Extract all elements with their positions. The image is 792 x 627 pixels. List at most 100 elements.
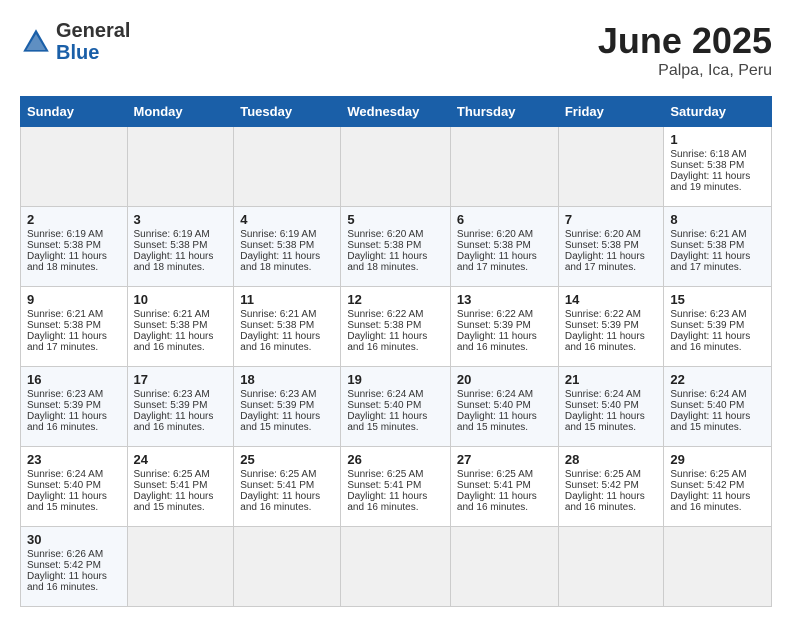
calendar-cell: 25Sunrise: 6:25 AMSunset: 5:41 PMDayligh…: [234, 447, 341, 527]
day-number: 12: [347, 292, 444, 307]
calendar-cell: 21Sunrise: 6:24 AMSunset: 5:40 PMDayligh…: [558, 367, 664, 447]
day-number: 27: [457, 452, 552, 467]
calendar-cell: [450, 527, 558, 607]
daylight-text: Daylight: 11 hours and 15 minutes.: [347, 411, 444, 433]
calendar-cell: [127, 527, 234, 607]
sunset-text: Sunset: 5:38 PM: [134, 240, 228, 251]
location: Palpa, Ica, Peru: [598, 62, 772, 80]
calendar-cell: 2Sunrise: 6:19 AMSunset: 5:38 PMDaylight…: [21, 207, 128, 287]
calendar-cell: 24Sunrise: 6:25 AMSunset: 5:41 PMDayligh…: [127, 447, 234, 527]
daylight-text: Daylight: 11 hours and 16 minutes.: [240, 331, 334, 353]
sunrise-text: Sunrise: 6:23 AM: [670, 309, 765, 320]
daylight-text: Daylight: 11 hours and 17 minutes.: [670, 251, 765, 273]
sunrise-text: Sunrise: 6:21 AM: [240, 309, 334, 320]
day-number: 5: [347, 212, 444, 227]
sunrise-text: Sunrise: 6:19 AM: [240, 229, 334, 240]
page-header: General Blue June 2025 Palpa, Ica, Peru: [20, 20, 772, 80]
sunrise-text: Sunrise: 6:21 AM: [27, 309, 121, 320]
sunrise-text: Sunrise: 6:20 AM: [457, 229, 552, 240]
sunrise-text: Sunrise: 6:26 AM: [27, 549, 121, 560]
day-number: 3: [134, 212, 228, 227]
day-number: 2: [27, 212, 121, 227]
calendar-week-row: 30Sunrise: 6:26 AMSunset: 5:42 PMDayligh…: [21, 527, 772, 607]
calendar-cell: 5Sunrise: 6:20 AMSunset: 5:38 PMDaylight…: [341, 207, 451, 287]
daylight-text: Daylight: 11 hours and 16 minutes.: [27, 411, 121, 433]
day-number: 20: [457, 372, 552, 387]
sunrise-text: Sunrise: 6:19 AM: [134, 229, 228, 240]
sunset-text: Sunset: 5:38 PM: [347, 320, 444, 331]
calendar-day-header: Friday: [558, 97, 664, 127]
sunset-text: Sunset: 5:41 PM: [134, 480, 228, 491]
calendar-cell: 15Sunrise: 6:23 AMSunset: 5:39 PMDayligh…: [664, 287, 772, 367]
day-number: 11: [240, 292, 334, 307]
calendar-day-header: Monday: [127, 97, 234, 127]
calendar-week-row: 1Sunrise: 6:18 AMSunset: 5:38 PMDaylight…: [21, 127, 772, 207]
calendar-cell: [341, 527, 451, 607]
day-number: 13: [457, 292, 552, 307]
daylight-text: Daylight: 11 hours and 18 minutes.: [240, 251, 334, 273]
day-number: 9: [27, 292, 121, 307]
calendar-cell: 13Sunrise: 6:22 AMSunset: 5:39 PMDayligh…: [450, 287, 558, 367]
sunset-text: Sunset: 5:41 PM: [240, 480, 334, 491]
calendar-cell: [341, 127, 451, 207]
daylight-text: Daylight: 11 hours and 16 minutes.: [347, 331, 444, 353]
day-number: 1: [670, 132, 765, 147]
day-number: 24: [134, 452, 228, 467]
calendar-day-header: Thursday: [450, 97, 558, 127]
daylight-text: Daylight: 11 hours and 17 minutes.: [27, 331, 121, 353]
day-number: 8: [670, 212, 765, 227]
calendar-cell: 29Sunrise: 6:25 AMSunset: 5:42 PMDayligh…: [664, 447, 772, 527]
daylight-text: Daylight: 11 hours and 15 minutes.: [27, 491, 121, 513]
sunrise-text: Sunrise: 6:25 AM: [347, 469, 444, 480]
calendar-cell: 10Sunrise: 6:21 AMSunset: 5:38 PMDayligh…: [127, 287, 234, 367]
calendar-day-header: Tuesday: [234, 97, 341, 127]
sunrise-text: Sunrise: 6:22 AM: [457, 309, 552, 320]
daylight-text: Daylight: 11 hours and 16 minutes.: [670, 491, 765, 513]
daylight-text: Daylight: 11 hours and 15 minutes.: [134, 491, 228, 513]
day-number: 6: [457, 212, 552, 227]
sunrise-text: Sunrise: 6:25 AM: [565, 469, 658, 480]
calendar-cell: 19Sunrise: 6:24 AMSunset: 5:40 PMDayligh…: [341, 367, 451, 447]
sunset-text: Sunset: 5:40 PM: [670, 400, 765, 411]
sunset-text: Sunset: 5:38 PM: [240, 240, 334, 251]
calendar-cell: 3 Sunrise: 6:19 AMSunset: 5:38 PMDaylight…: [127, 207, 234, 287]
logo-icon: [20, 26, 52, 58]
sunset-text: Sunset: 5:38 PM: [565, 240, 658, 251]
title-block: June 2025 Palpa, Ica, Peru: [598, 20, 772, 80]
sunrise-text: Sunrise: 6:24 AM: [457, 389, 552, 400]
sunset-text: Sunset: 5:40 PM: [347, 400, 444, 411]
day-number: 23: [27, 452, 121, 467]
daylight-text: Daylight: 11 hours and 16 minutes.: [27, 571, 121, 593]
sunset-text: Sunset: 5:39 PM: [240, 400, 334, 411]
calendar-cell: [234, 127, 341, 207]
calendar-cell: 14Sunrise: 6:22 AMSunset: 5:39 PMDayligh…: [558, 287, 664, 367]
calendar-cell: 8Sunrise: 6:21 AMSunset: 5:38 PMDaylight…: [664, 207, 772, 287]
day-number: 30: [27, 532, 121, 547]
sunset-text: Sunset: 5:39 PM: [565, 320, 658, 331]
sunrise-text: Sunrise: 6:25 AM: [670, 469, 765, 480]
daylight-text: Daylight: 11 hours and 15 minutes.: [240, 411, 334, 433]
day-number: 15: [670, 292, 765, 307]
calendar-week-row: 9Sunrise: 6:21 AMSunset: 5:38 PMDaylight…: [21, 287, 772, 367]
calendar-cell: 22Sunrise: 6:24 AMSunset: 5:40 PMDayligh…: [664, 367, 772, 447]
daylight-text: Daylight: 11 hours and 17 minutes.: [565, 251, 658, 273]
daylight-text: Daylight: 11 hours and 18 minutes.: [134, 251, 228, 273]
calendar-cell: 7Sunrise: 6:20 AMSunset: 5:38 PMDaylight…: [558, 207, 664, 287]
calendar-cell: 11Sunrise: 6:21 AMSunset: 5:38 PMDayligh…: [234, 287, 341, 367]
daylight-text: Daylight: 11 hours and 16 minutes.: [457, 331, 552, 353]
day-number: 7: [565, 212, 658, 227]
calendar-cell: 30Sunrise: 6:26 AMSunset: 5:42 PMDayligh…: [21, 527, 128, 607]
calendar-week-row: 16Sunrise: 6:23 AMSunset: 5:39 PMDayligh…: [21, 367, 772, 447]
sunset-text: Sunset: 5:38 PM: [457, 240, 552, 251]
calendar-cell: [234, 527, 341, 607]
day-number: 25: [240, 452, 334, 467]
day-number: 26: [347, 452, 444, 467]
sunrise-text: Sunrise: 6:19 AM: [27, 229, 121, 240]
sunset-text: Sunset: 5:38 PM: [670, 240, 765, 251]
calendar-cell: 9Sunrise: 6:21 AMSunset: 5:38 PMDaylight…: [21, 287, 128, 367]
day-number: 17: [134, 372, 228, 387]
logo-general-text: General: [56, 20, 130, 42]
day-number: 10: [134, 292, 228, 307]
day-number: 29: [670, 452, 765, 467]
sunrise-text: Sunrise: 6:25 AM: [240, 469, 334, 480]
